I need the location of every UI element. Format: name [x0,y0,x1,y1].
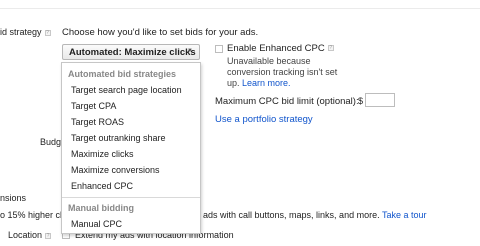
bid-strategy-select[interactable]: Automated: Maximize clicks ▼ [62,44,200,60]
help-icon[interactable]: ? [44,29,51,36]
extensions-text-right: ads with call buttons, maps, links, and … [203,210,426,220]
menu-item-target-outranking-share[interactable]: Target outranking share [71,133,166,143]
menu-item-target-search-page-location[interactable]: Target search page location [71,85,182,95]
menu-divider [62,197,200,198]
help-icon[interactable]: ? [327,45,334,52]
menu-item-target-cpa[interactable]: Target CPA [71,101,116,111]
menu-item-enhanced-cpc[interactable]: Enhanced CPC [71,181,133,191]
learn-more-link[interactable]: Learn more. [242,78,291,88]
currency-symbol: $ [358,96,364,106]
help-icon[interactable]: ? [45,232,52,239]
selected-strategy: Automated: Maximize clicks [69,47,196,58]
portfolio-strategy-link[interactable]: Use a portfolio strategy [215,114,313,125]
enhanced-cpc-label-row: Enable Enhanced CPC? [227,43,334,54]
top-divider [0,8,480,9]
menu-item-maximize-clicks[interactable]: Maximize clicks [71,149,134,159]
menu-item-target-roas[interactable]: Target ROAS [71,117,124,127]
bid-strategy-label: id strategy [0,27,42,37]
enhanced-cpc-unavailable-2: conversion tracking isn't set [227,67,338,77]
enhanced-cpc-label: Enable Enhanced CPC [227,43,325,54]
bid-strategy-label-row: id strategy? [0,27,51,37]
extensions-text-left: o 15% higher cl [0,210,63,220]
location-label-row: Location? [8,230,52,240]
bid-strategy-dropdown-menu: Automated bid strategies Target search p… [61,62,201,234]
extensions-description: ads with call buttons, maps, links, and … [203,210,380,220]
take-a-tour-link[interactable]: Take a tour [382,210,427,220]
enhanced-cpc-unavailable-1: Unavailable because [227,56,311,66]
automated-group-label: Automated bid strategies [68,69,177,79]
manual-group-label: Manual bidding [68,203,134,213]
enhanced-cpc-checkbox[interactable] [215,45,223,53]
menu-item-maximize-conversions[interactable]: Maximize conversions [71,165,160,175]
max-cpc-input[interactable] [365,93,395,107]
extensions-section-label: nsions [0,193,27,203]
max-cpc-label: Maximum CPC bid limit (optional): [215,96,359,107]
location-label: Location [8,230,43,240]
enhanced-cpc-unavailable-3: up. Learn more. [227,78,291,88]
bidding-instructions: Choose how you'd like to set bids for yo… [62,27,259,38]
menu-item-manual-cpc[interactable]: Manual CPC [71,219,122,229]
enhanced-cpc-unavailable-3-text: up. [227,78,240,88]
chevron-down-icon: ▼ [187,48,193,54]
